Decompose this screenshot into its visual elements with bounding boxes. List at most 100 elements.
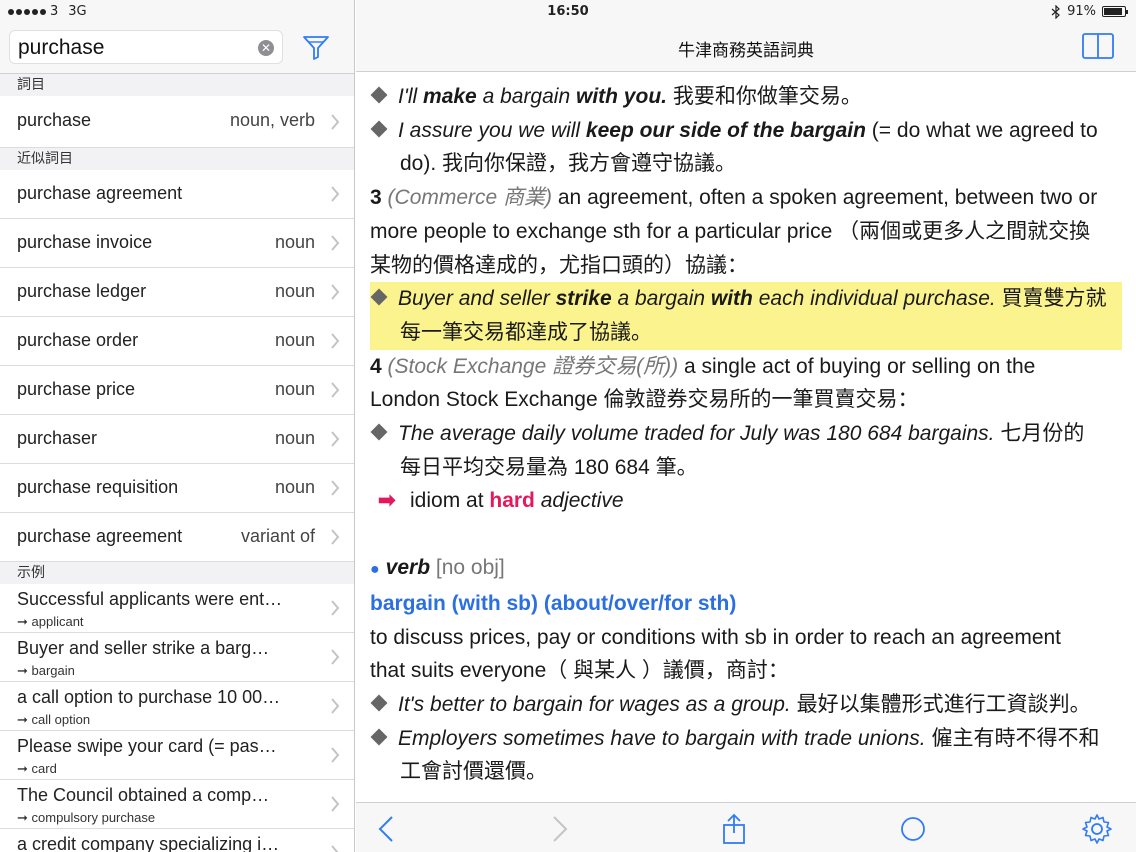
example-title: Please swipe your card (= pas…: [17, 736, 277, 756]
share-icon[interactable]: [718, 813, 750, 845]
example-line: I'll make a bargain with you. 我要和你做筆交易。: [370, 80, 1130, 114]
definition-line: London Stock Exchange 倫敦證券交易所的一筆買賣交易：: [370, 388, 919, 412]
definition-line: that suits everyone（ 與某人 ）議價，商討：: [370, 659, 789, 683]
book-icon[interactable]: [1082, 33, 1114, 59]
item-type: noun: [274, 477, 315, 497]
chevron-right-icon: [331, 796, 340, 812]
example-list-item[interactable]: a credit company specializing i…: [0, 829, 354, 852]
item-title: purchase invoice: [17, 232, 153, 252]
definition-line: more people to exchange sth for a partic…: [370, 219, 1091, 243]
chevron-right-icon: [331, 480, 340, 496]
example-source: ➞ card: [17, 761, 57, 776]
arrow-right-icon: ➡: [378, 489, 396, 513]
section-header-examples: 示例: [0, 562, 354, 584]
page-title: 牛津商務英語詞典: [678, 41, 814, 61]
item-title: purchase order: [17, 330, 139, 350]
diamond-bullet-icon: [370, 288, 388, 306]
list-item[interactable]: purchase noun, verb: [0, 96, 354, 148]
circle-icon[interactable]: [897, 813, 929, 845]
section-header-similar: 近似詞目: [0, 148, 354, 170]
chevron-right-icon: [331, 114, 340, 130]
chevron-right-icon: [331, 382, 340, 398]
diamond-bullet-icon: [370, 120, 388, 138]
list-item[interactable]: purchase agreement: [0, 170, 354, 219]
example-source: ➞ compulsory purchase: [17, 810, 156, 825]
results-list: 詞目 purchase noun, verb 近似詞目 purchase agr…: [0, 74, 354, 852]
chevron-right-icon: [331, 186, 340, 202]
diamond-bullet-icon: [370, 694, 388, 712]
back-icon[interactable]: [372, 813, 404, 845]
chevron-right-icon: [331, 845, 339, 852]
example-list-item[interactable]: Buyer and seller strike a barg… ➞ bargain: [0, 633, 354, 682]
item-type: noun: [274, 281, 315, 301]
example-title: The Council obtained a comp…: [17, 785, 270, 805]
phrase-heading: bargain (with sb) (about/over/for sth): [370, 591, 737, 615]
example-line: The average daily volume traded for July…: [370, 417, 1130, 451]
pos-heading-verb: ● verb [no obj]: [370, 556, 505, 580]
item-type: noun: [274, 232, 315, 252]
dot-icon: ●: [370, 561, 380, 579]
example-line-cont: do). 我向你保證，我方會遵守協議。: [400, 152, 737, 176]
search-input[interactable]: [18, 35, 254, 61]
item-type: noun: [274, 330, 315, 350]
idiom-link[interactable]: ➡ idiom at hard adjective: [370, 484, 1130, 518]
item-title: purchase agreement: [17, 526, 183, 546]
item-title: purchase price: [17, 379, 136, 399]
diamond-bullet-icon: [370, 86, 388, 104]
item-type: noun: [274, 428, 315, 448]
bottom-toolbar: [356, 802, 1136, 852]
example-source: ➞ call option: [17, 712, 91, 727]
filter-icon[interactable]: [302, 33, 330, 61]
clear-icon[interactable]: ✕: [258, 40, 274, 56]
clock: 16:50: [547, 4, 589, 19]
example-line: It's better to bargain for wages as a gr…: [370, 688, 1130, 722]
highlighted-example[interactable]: Buyer and seller strike a bargain with e…: [370, 282, 1122, 350]
list-item[interactable]: purchaser noun: [0, 415, 354, 464]
chevron-right-icon: [331, 284, 340, 300]
chevron-right-icon: [331, 600, 340, 616]
sense-3: 3 (Commerce 商業) an agreement, often a sp…: [370, 186, 1098, 210]
example-title: a credit company specializing i…: [17, 834, 280, 852]
gear-icon[interactable]: [1081, 813, 1113, 845]
list-item[interactable]: purchase price noun: [0, 366, 354, 415]
list-item[interactable]: purchase ledger noun: [0, 268, 354, 317]
chevron-right-icon: [331, 649, 340, 665]
list-item[interactable]: purchase order noun: [0, 317, 354, 366]
example-line-cont: 工會討價還價。: [400, 760, 547, 784]
example-list-item[interactable]: The Council obtained a comp… ➞ compulsory…: [0, 780, 354, 829]
example-source: ➞ applicant: [17, 614, 84, 629]
status-bar: 3 3G 16:50 91%: [0, 0, 1136, 24]
idiom-target-link[interactable]: hard: [489, 489, 535, 512]
battery-icon: [1102, 6, 1128, 17]
chevron-right-icon: [331, 698, 340, 714]
search-box: ✕: [9, 30, 283, 64]
chevron-right-icon: [331, 747, 340, 763]
example-list-item[interactable]: Successful applicants were ent… ➞ applica…: [0, 584, 354, 633]
list-item[interactable]: purchase agreement variant of: [0, 513, 354, 562]
example-title: Successful applicants were ent…: [17, 589, 283, 609]
entry-content: I'll make a bargain with you. 我要和你做筆交易。 …: [370, 80, 1130, 800]
item-type: variant of: [240, 526, 315, 546]
item-title: purchase: [17, 110, 92, 130]
bluetooth-icon: [1051, 4, 1060, 19]
item-type: noun, verb: [229, 110, 315, 130]
chevron-right-icon: [331, 431, 340, 447]
forward-icon[interactable]: [542, 813, 574, 845]
list-item[interactable]: purchase invoice noun: [0, 219, 354, 268]
section-header-headwords: 詞目: [0, 74, 354, 96]
example-list-item[interactable]: a call option to purchase 10 00… ➞ call o…: [0, 682, 354, 731]
definition-line: to discuss prices, pay or conditions wit…: [370, 625, 1062, 649]
sense-4: 4 (Stock Exchange 證券交易(所)) a single act …: [370, 354, 1036, 378]
main-pane: 牛津商務英語詞典 I'll make a bargain with you. 我…: [356, 0, 1136, 852]
list-item[interactable]: purchase requisition noun: [0, 464, 354, 513]
example-line: Employers sometimes have to bargain with…: [370, 722, 1130, 756]
battery-percent: 91%: [1067, 4, 1096, 19]
example-list-item[interactable]: Please swipe your card (= pas… ➞ card: [0, 731, 354, 780]
example-line: I assure you we will keep our side of th…: [370, 114, 1130, 148]
chevron-right-icon: [331, 235, 340, 251]
diamond-bullet-icon: [370, 728, 388, 746]
item-title: purchase agreement: [17, 183, 183, 203]
chevron-right-icon: [331, 529, 340, 545]
example-source: ➞ bargain: [17, 663, 75, 678]
sidebar: ✕ 詞目 purchase noun, verb 近似詞目 purchase a…: [0, 0, 355, 852]
